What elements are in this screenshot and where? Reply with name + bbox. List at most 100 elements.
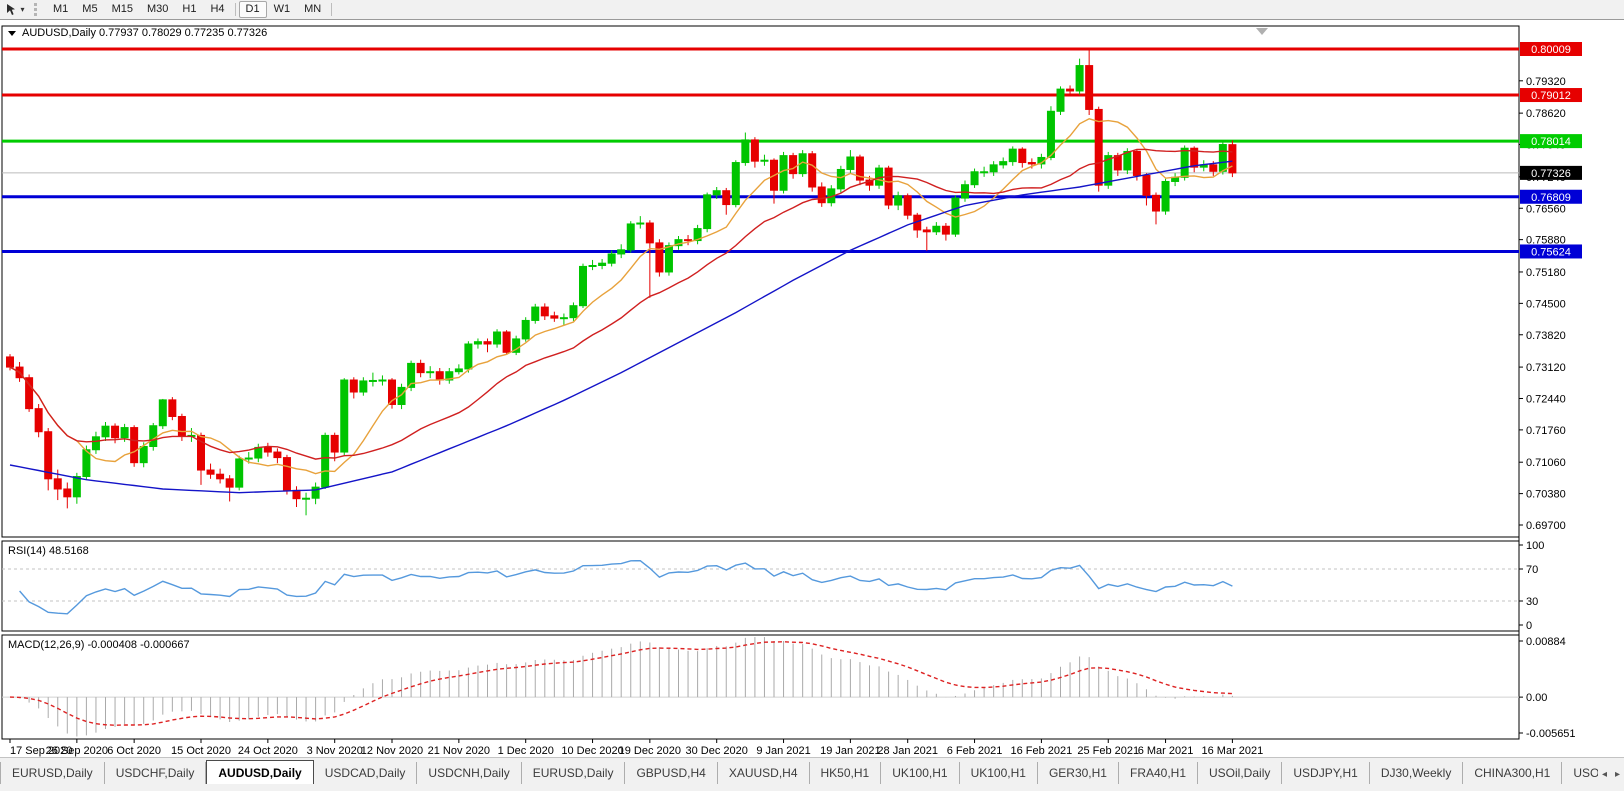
chart-tab-audusd-daily[interactable]: AUDUSD,Daily [206, 760, 313, 785]
chart-tab-ger30-h1[interactable]: GER30,H1 [1038, 762, 1119, 785]
date-label: 28 Jan 2021 [877, 745, 938, 757]
candle-body [1162, 181, 1169, 211]
candle-body [923, 230, 930, 232]
candle-body [293, 490, 300, 498]
price-axis[interactable]: 0.793200.786200.779400.772400.765600.758… [1519, 42, 1582, 740]
date-label: 25 Feb 2021 [1077, 745, 1139, 757]
macd-tick-label: 0.00884 [1526, 636, 1566, 648]
candle-body [627, 224, 634, 250]
candle-body [599, 263, 606, 265]
candle-body [379, 380, 386, 381]
candle-body [560, 318, 567, 319]
candle-body [226, 479, 233, 487]
candle-body [436, 372, 443, 380]
chart-tab-uk100-h1[interactable]: UK100,H1 [881, 762, 959, 785]
timeframe-button-w1[interactable]: W1 [267, 1, 298, 18]
candle-body [236, 459, 243, 487]
main-price-pane[interactable] [2, 26, 1519, 537]
candle-body [350, 380, 357, 392]
toolbar-separator [331, 3, 332, 16]
cursor-tool-icon [5, 3, 18, 16]
candle-body [112, 426, 119, 438]
candle-body [685, 240, 692, 241]
date-label: 15 Oct 2020 [171, 745, 231, 757]
candle-body [942, 226, 949, 234]
chart-tab-uso[interactable]: USO [1562, 762, 1598, 785]
date-label: 10 Dec 2020 [561, 745, 623, 757]
candle-body [264, 447, 271, 452]
candle-body [780, 156, 787, 191]
candle-body [522, 320, 529, 338]
chart-tab-hk50-h1[interactable]: HK50,H1 [810, 762, 882, 785]
price-tick-label: 0.74500 [1526, 298, 1566, 310]
price-tick-label: 0.69700 [1526, 520, 1566, 532]
date-label: 6 Oct 2020 [107, 745, 161, 757]
candle-body [455, 369, 462, 372]
timeframe-button-h4[interactable]: H4 [203, 1, 231, 18]
candle-body [751, 140, 758, 161]
chart-tab-dj30-weekly[interactable]: DJ30,Weekly [1370, 762, 1463, 785]
date-label: 9 Jan 2021 [756, 745, 810, 757]
rsi-pane[interactable] [2, 541, 1519, 631]
chart-tab-usdcnh-daily[interactable]: USDCNH,Daily [417, 762, 521, 785]
candle-body [532, 307, 539, 320]
macd-label: MACD(12,26,9) -0.000408 -0.000667 [8, 639, 190, 651]
tab-scroll-right-icon[interactable]: ▸ [1611, 764, 1624, 785]
date-axis[interactable]: 17 Sep 202026 Sep 20206 Oct 202015 Oct 2… [10, 739, 1263, 757]
candle-body [73, 477, 80, 497]
chart-canvas[interactable]: AUDUSD,Daily 0.77937 0.78029 0.77235 0.7… [0, 20, 1624, 757]
timeframe-button-m15[interactable]: M15 [105, 1, 140, 18]
candle-body [1143, 175, 1150, 195]
timeframe-button-m5[interactable]: M5 [75, 1, 104, 18]
price-tick-label: 0.71060 [1526, 457, 1566, 469]
candle-body [990, 165, 997, 172]
candle-body [818, 187, 825, 203]
timeframe-button-m1[interactable]: M1 [46, 1, 75, 18]
candle-body [64, 489, 71, 497]
candle-body [1229, 145, 1236, 173]
candle-body [761, 160, 768, 161]
chart-tab-china300-h1[interactable]: CHINA300,H1 [1463, 762, 1562, 785]
macd-pane[interactable] [2, 635, 1519, 739]
chart-tab-eurusd-daily[interactable]: EURUSD,Daily [522, 762, 626, 785]
macd-tick-label: -0.005651 [1526, 728, 1576, 740]
cursor-tool-button[interactable]: ▾ [0, 2, 30, 17]
candle-body [322, 435, 329, 487]
candle-body [885, 168, 892, 205]
chart-tab-usdchf-daily[interactable]: USDCHF,Daily [105, 762, 207, 785]
chart-tab-usoil-daily[interactable]: USOil,Daily [1198, 762, 1282, 785]
timeframe-button-mn[interactable]: MN [297, 1, 328, 18]
date-label: 6 Mar 2021 [1138, 745, 1194, 757]
chart-tab-uk100-h1[interactable]: UK100,H1 [960, 762, 1038, 785]
chart-tab-xauusd-h4[interactable]: XAUUSD,H4 [718, 762, 810, 785]
chart-tab-gbpusd-h4[interactable]: GBPUSD,H4 [625, 762, 717, 785]
chart-tab-fra40-h1[interactable]: FRA40,H1 [1119, 762, 1198, 785]
timeframe-button-d1[interactable]: D1 [239, 1, 267, 18]
rsi-tick-label: 30 [1526, 596, 1538, 608]
price-tick-label: 0.79320 [1526, 76, 1566, 88]
date-label: 26 Sep 2020 [46, 745, 108, 757]
timeframe-button-m30[interactable]: M30 [140, 1, 175, 18]
level-0.76809-badge-label: 0.76809 [1531, 192, 1571, 204]
chart-tab-usdcad-daily[interactable]: USDCAD,Daily [314, 762, 418, 785]
candle-body [580, 266, 587, 305]
rsi-tick-label: 100 [1526, 540, 1544, 552]
candle-body [283, 458, 290, 491]
toolbar-drag-handle[interactable] [34, 3, 42, 16]
candle-body [1019, 149, 1026, 162]
date-label: 3 Nov 2020 [307, 745, 363, 757]
timeframe-button-h1[interactable]: H1 [175, 1, 203, 18]
price-tick-label: 0.71760 [1526, 425, 1566, 437]
date-label: 21 Nov 2020 [428, 745, 490, 757]
candle-body [1047, 111, 1054, 157]
date-label: 12 Nov 2020 [361, 745, 423, 757]
chart-window: AUDUSD,Daily 0.77937 0.78029 0.77235 0.7… [0, 20, 1624, 757]
candle-body [150, 426, 157, 447]
candle-body [713, 191, 720, 195]
chart-tab-eurusd-daily[interactable]: EURUSD,Daily [0, 762, 105, 785]
chevron-down-icon: ▾ [20, 5, 24, 14]
tab-scroll-left-icon[interactable]: ◂ [1598, 764, 1611, 785]
candle-body [245, 458, 252, 459]
chart-tab-usdjpy-h1[interactable]: USDJPY,H1 [1282, 762, 1369, 785]
chart-tab-bar: EURUSD,DailyUSDCHF,DailyAUDUSD,DailyUSDC… [0, 757, 1624, 785]
